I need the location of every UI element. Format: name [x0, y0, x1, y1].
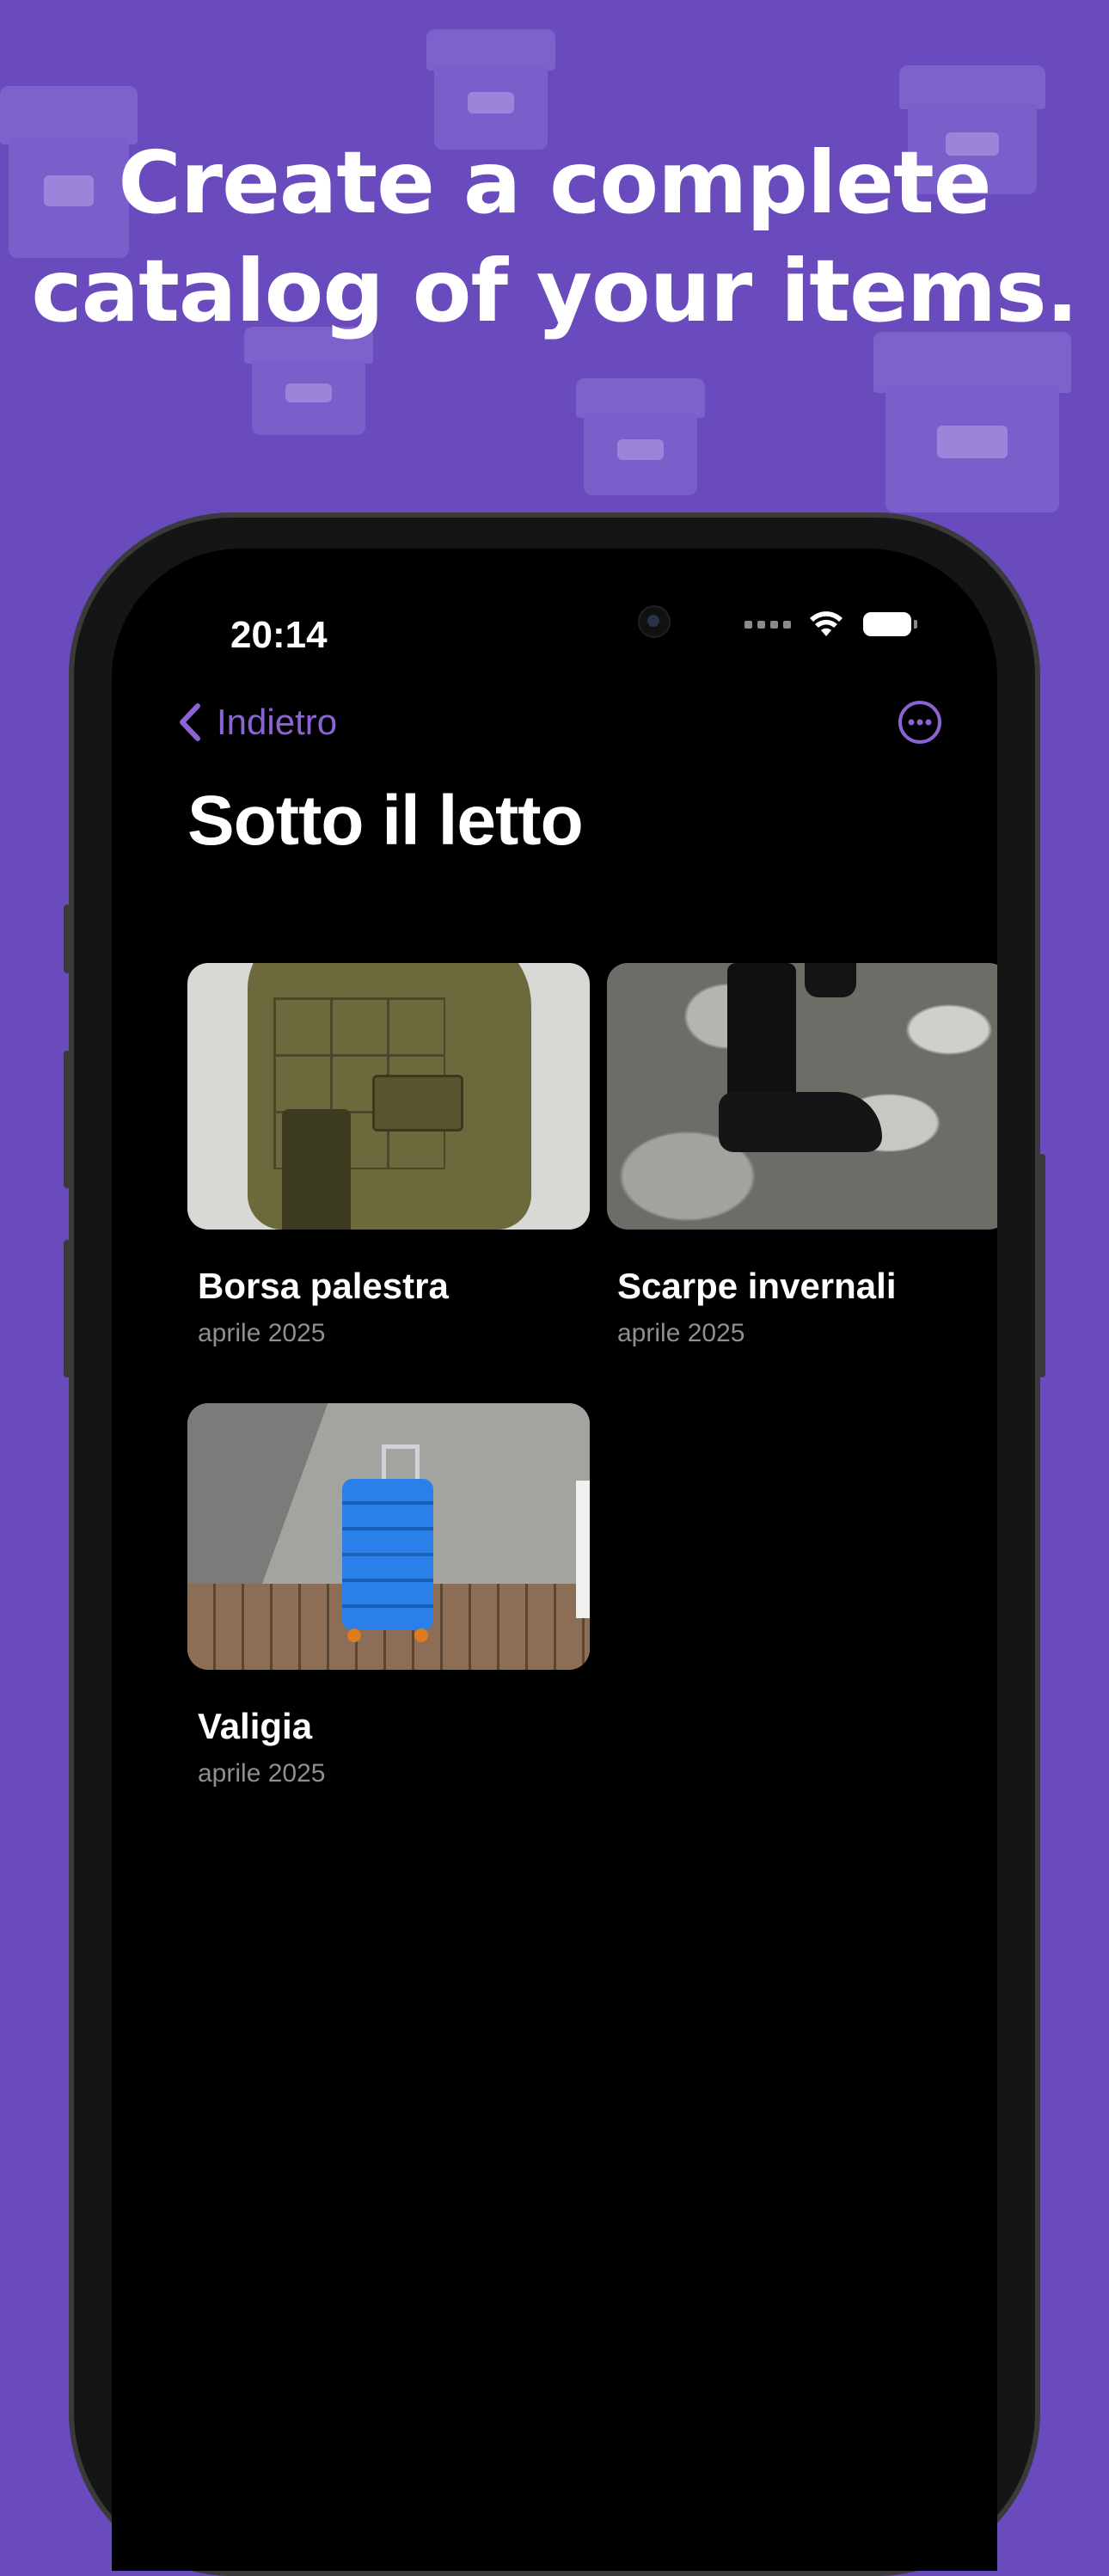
battery-icon — [863, 612, 917, 636]
phone-screen: 20:14 Indietro Sotto il letto Borsa pale… — [112, 549, 997, 2571]
phone-frame: 20:14 Indietro Sotto il letto Borsa pale… — [64, 512, 1045, 2576]
bg-box-decoration — [576, 378, 705, 495]
headline-line-1: Create a complete — [118, 132, 991, 233]
item-photo — [187, 1403, 590, 1670]
phone-volume-up — [64, 1051, 70, 1188]
dynamic-island — [447, 588, 671, 653]
status-icons — [744, 610, 917, 638]
item-date: aprile 2025 — [617, 1319, 745, 1347]
item-card[interactable]: Scarpe invernali aprile 2025 — [607, 963, 997, 1348]
ellipsis-circle-icon[interactable] — [898, 700, 942, 745]
headline-line-2: catalog of your items. — [31, 241, 1078, 341]
item-name: Scarpe invernali — [617, 1266, 897, 1306]
cellular-signal-icon — [744, 620, 791, 629]
back-label: Indietro — [217, 702, 338, 742]
item-name: Valigia — [198, 1706, 313, 1746]
phone-power-button — [1039, 1154, 1045, 1377]
back-button[interactable]: Indietro — [177, 702, 337, 743]
item-date: aprile 2025 — [198, 1319, 326, 1347]
page-title: Sotto il letto — [187, 782, 584, 860]
item-name: Borsa palestra — [198, 1266, 449, 1306]
wifi-icon — [810, 611, 842, 636]
item-photo — [187, 963, 590, 1230]
item-card[interactable]: Borsa palestra aprile 2025 — [187, 963, 590, 1348]
phone-side-button — [64, 905, 70, 973]
item-photo — [607, 963, 997, 1230]
phone-volume-down — [64, 1240, 70, 1377]
headline: Create a complete catalog of your items. — [0, 129, 1109, 346]
item-card[interactable]: Valigia aprile 2025 — [187, 1403, 590, 1788]
bg-box-decoration — [873, 332, 1071, 512]
chevron-left-icon — [180, 703, 200, 741]
status-time: 20:14 — [230, 614, 328, 656]
item-date: aprile 2025 — [198, 1759, 326, 1788]
front-camera-icon — [638, 605, 671, 638]
